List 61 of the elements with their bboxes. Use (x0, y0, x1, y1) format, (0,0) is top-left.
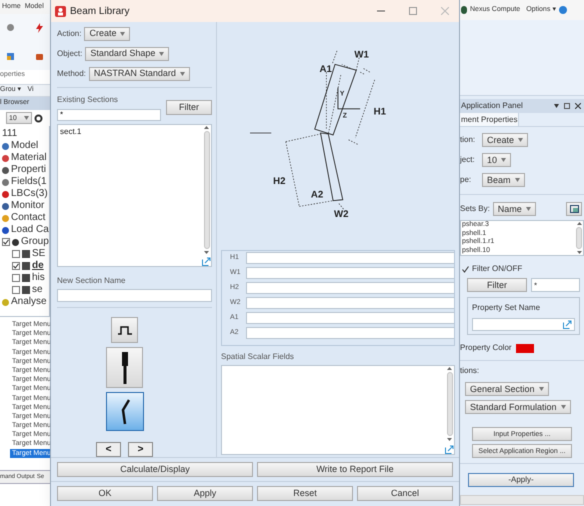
section-label: tions: (460, 365, 480, 377)
field-label: pe: (460, 174, 472, 186)
action-button[interactable]: Write to Report File (257, 462, 453, 477)
list-item[interactable]: sect.1 (60, 127, 200, 137)
dialog-button[interactable]: Cancel (357, 486, 453, 501)
tree-item[interactable]: Analyse (11, 297, 47, 307)
dropdown[interactable]: Beam (482, 173, 525, 187)
field-label: Object: (57, 48, 82, 60)
field-label: Method: (57, 68, 86, 80)
dropdown[interactable]: Create (84, 26, 130, 40)
tree-item[interactable]: Model (11, 141, 38, 151)
dialog-button[interactable]: Apply (157, 486, 253, 501)
dropdown[interactable]: Standard Formulation (465, 400, 571, 414)
dimension-label: H1 (374, 106, 386, 118)
dimension-label: A1 (320, 64, 332, 76)
field-label: Action: (57, 28, 82, 40)
tree-item[interactable]: Material (11, 153, 47, 163)
filter-field[interactable]: * (531, 278, 580, 292)
field-label: New Section Name (57, 275, 126, 287)
tree-item[interactable]: his (32, 273, 45, 283)
tree-item[interactable]: Contact (11, 213, 46, 223)
tree-item[interactable]: SE (32, 249, 46, 259)
filter-button[interactable]: Filter (467, 278, 527, 292)
dropdown[interactable]: NASTRAN Standard (88, 66, 190, 80)
field-label: ject: (460, 154, 476, 166)
panel-title: Application Panel (461, 100, 524, 112)
dialog-button[interactable]: Reset (257, 486, 353, 501)
tree-item[interactable]: se (32, 285, 43, 295)
section-label: Spatial Scalar Fields (221, 351, 295, 363)
tree-item[interactable]: Fields(1 (11, 177, 47, 187)
checkbox-label: Filter ON/OFF (472, 263, 522, 275)
dialog-button[interactable]: OK (57, 486, 153, 501)
section-label: Existing Sections (57, 94, 119, 106)
nav-button[interactable]: < (96, 442, 121, 457)
tree-item[interactable]: Monitor (11, 201, 44, 211)
dropdown[interactable]: Name (492, 202, 536, 216)
field-label: Sets By: (460, 203, 490, 215)
filter-button[interactable]: Filter (166, 100, 212, 115)
filter-field[interactable]: * (57, 109, 161, 121)
tree-item[interactable]: Properti (11, 165, 46, 175)
dropdown[interactable]: Standard Shape (85, 46, 170, 60)
dropdown[interactable]: Create (482, 133, 528, 147)
tree-item[interactable]: 111 (2, 129, 18, 139)
dropdown[interactable]: General Section (465, 382, 549, 396)
field-label: tion: (460, 134, 476, 146)
dimension-label: H2 (273, 176, 286, 188)
tree-item[interactable]: Group (21, 237, 49, 247)
panel-tab[interactable]: ment Properties (460, 113, 520, 126)
tree-item[interactable]: de (32, 261, 44, 271)
tree-item[interactable]: LBCs(3) (11, 189, 48, 199)
nav-button[interactable]: > (128, 442, 153, 457)
field-label: Property Set Name (472, 302, 542, 314)
field-label: Property Color (460, 342, 512, 354)
tree-item[interactable]: Load Ca (11, 225, 49, 235)
window-title: Beam Library (70, 4, 130, 18)
apply-button[interactable]: -Apply- (468, 473, 574, 487)
action-button[interactable]: Calculate/Display (57, 462, 253, 477)
dimension-label: A2 (310, 190, 324, 201)
dimension-label: W2 (334, 209, 349, 220)
dimension-label: W1 (354, 50, 369, 61)
dropdown[interactable]: 10 (482, 153, 512, 167)
